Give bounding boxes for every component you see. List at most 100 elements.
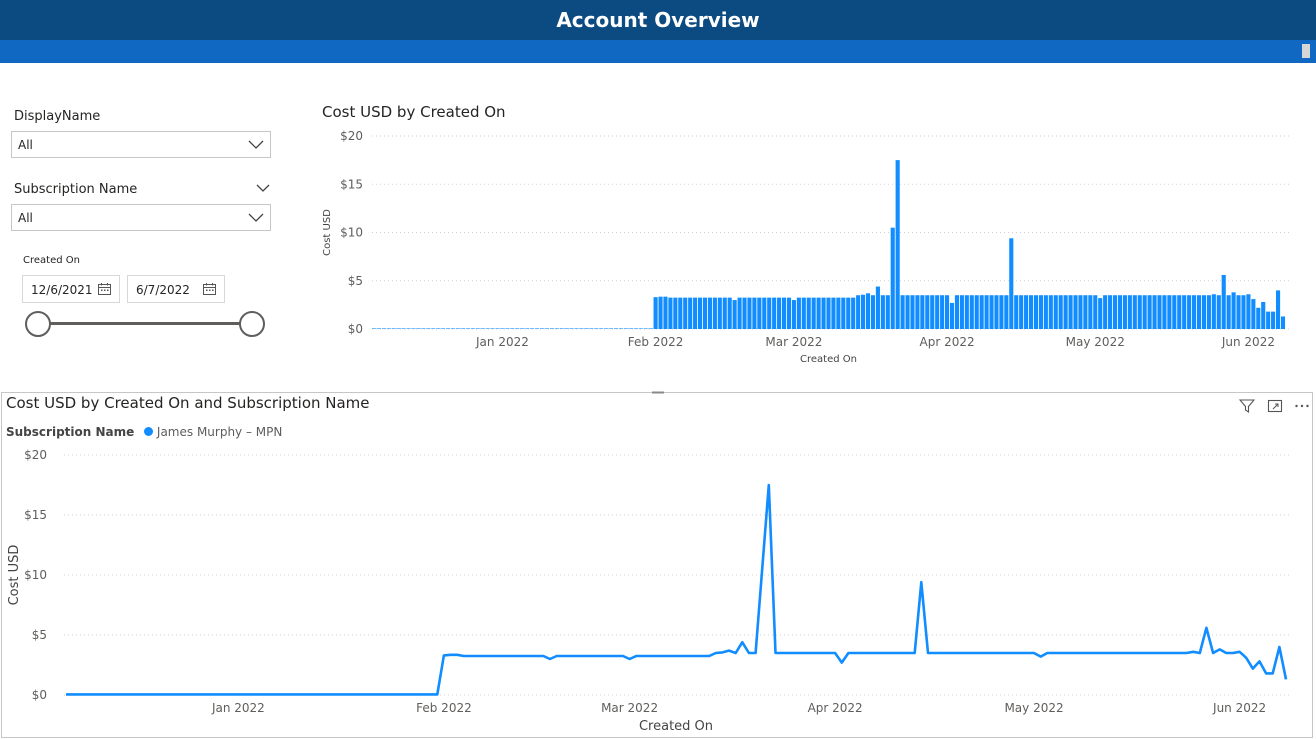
- bar: [1103, 295, 1108, 329]
- displayname-dropdown[interactable]: All: [11, 131, 271, 158]
- bar: [821, 297, 826, 329]
- y-tick-label: $5: [32, 628, 47, 642]
- bar: [811, 297, 816, 329]
- bar: [525, 328, 530, 329]
- calendar-icon[interactable]: [203, 283, 216, 295]
- bar: [446, 328, 451, 329]
- bar: [984, 295, 989, 329]
- bar: [1112, 295, 1118, 329]
- bar: [1280, 316, 1286, 329]
- series-line: [66, 483, 1288, 696]
- bar: [1058, 295, 1063, 329]
- bar: [865, 293, 871, 329]
- bar: [786, 297, 792, 329]
- bar: [920, 295, 925, 329]
- y-tick-label: $10: [340, 226, 363, 240]
- bar: [1152, 295, 1157, 329]
- bar: [515, 328, 520, 329]
- bar: [534, 328, 540, 329]
- bar: [1256, 307, 1261, 329]
- bar: [1157, 295, 1162, 329]
- bar: [470, 328, 475, 329]
- bar: [633, 328, 638, 329]
- x-tick-label: Jan 2022: [211, 701, 265, 715]
- bar: [1004, 295, 1009, 329]
- bar: [1127, 295, 1132, 329]
- bar: [614, 328, 619, 329]
- line-chart[interactable]: $0 $5 $10 $15 $20 Jan 2022 Feb 2022 Mar 2022 Apr…: [1, 440, 1313, 738]
- bar: [1098, 298, 1103, 329]
- bar: [1043, 295, 1048, 329]
- date-range-end-handle[interactable]: [239, 311, 265, 337]
- bar: [653, 297, 658, 329]
- bar: [544, 328, 549, 329]
- bar: [618, 328, 624, 329]
- y-axis-title: Cost USD: [322, 209, 333, 256]
- bar: [1068, 295, 1073, 329]
- chevron-down-icon[interactable]: [256, 184, 270, 193]
- bar: [1009, 238, 1014, 329]
- bar: [777, 297, 782, 329]
- legend-item-label[interactable]: James Murphy – MPN: [157, 425, 282, 439]
- bar: [1182, 295, 1187, 329]
- bar: [1196, 295, 1202, 329]
- bar: [589, 328, 594, 329]
- bar: [648, 328, 653, 329]
- bar: [1167, 295, 1172, 329]
- bar: [781, 297, 787, 329]
- bar: [485, 328, 490, 329]
- bar: [465, 328, 470, 329]
- bar-chart[interactable]: $0 $5 $10 $15 $20 Jan 2022 Feb 2022 Mar 2022 Apr…: [315, 125, 1315, 370]
- bar: [880, 295, 885, 329]
- bar: [500, 328, 505, 329]
- subscription-dropdown[interactable]: All: [11, 204, 271, 231]
- end-date-input[interactable]: 6/7/2022: [127, 275, 225, 303]
- more-options-icon[interactable]: [1294, 398, 1310, 414]
- x-tick-label: Apr 2022: [920, 335, 975, 349]
- bar: [791, 300, 796, 329]
- legend-marker: [144, 427, 154, 436]
- y-tick-label: $0: [348, 322, 363, 336]
- bar: [816, 297, 821, 329]
- bar: [969, 295, 974, 329]
- bar: [949, 302, 955, 329]
- legend-title: Subscription Name: [6, 425, 135, 439]
- bar: [510, 328, 515, 329]
- bar: [1053, 295, 1058, 329]
- bar: [747, 297, 752, 329]
- bar: [599, 328, 604, 329]
- x-tick-label: Feb 2022: [628, 335, 684, 349]
- bar: [1073, 295, 1078, 329]
- bar: [688, 297, 693, 329]
- bar: [831, 297, 836, 329]
- bar-chart-title: Cost USD by Created On: [322, 103, 506, 121]
- bar: [900, 295, 905, 329]
- start-date-input[interactable]: 12/6/2021: [22, 275, 120, 303]
- bar: [757, 297, 762, 329]
- calendar-icon[interactable]: [98, 283, 111, 295]
- scrollbar-thumb[interactable]: [1302, 44, 1310, 58]
- date-range-start-handle[interactable]: [25, 311, 51, 337]
- bar: [727, 297, 732, 329]
- bar: [875, 286, 880, 329]
- y-axis-title: Cost USD: [7, 545, 22, 606]
- bar: [693, 297, 698, 329]
- bar: [530, 328, 535, 329]
- bar: [945, 295, 950, 329]
- bar: [989, 295, 994, 329]
- x-tick-label: May 2022: [1004, 701, 1063, 715]
- focus-mode-icon[interactable]: [1267, 398, 1283, 414]
- bar: [1172, 295, 1177, 329]
- bar: [806, 297, 811, 329]
- created-on-slicer-label: Created On: [23, 255, 80, 266]
- bar: [604, 328, 609, 329]
- filter-icon[interactable]: [1239, 398, 1255, 414]
- date-range-slider-track[interactable]: [38, 322, 252, 325]
- bar: [1024, 295, 1029, 329]
- bar: [974, 295, 979, 329]
- resize-handle-icon[interactable]: [651, 390, 665, 395]
- bar: [890, 227, 895, 329]
- bar: [584, 328, 589, 329]
- bar: [1078, 295, 1083, 329]
- bar: [554, 328, 559, 329]
